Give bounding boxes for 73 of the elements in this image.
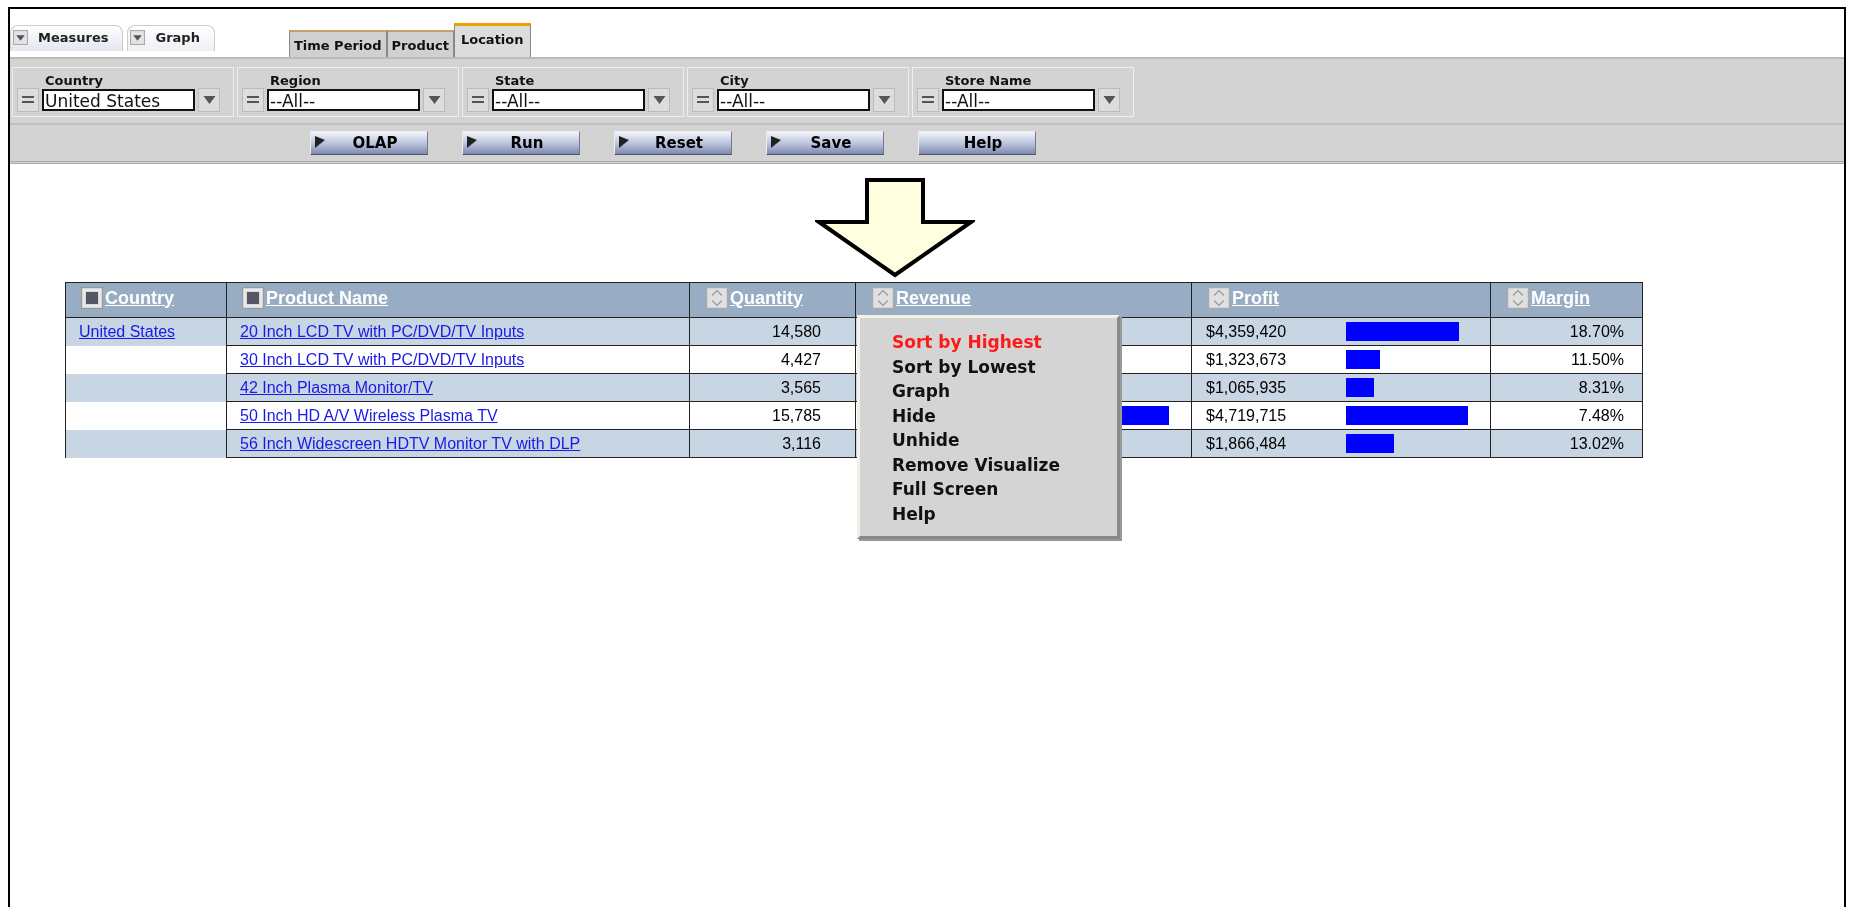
menu-item[interactable]: Remove Visualize	[892, 452, 1117, 477]
margin-value: 13.02%	[1569, 434, 1624, 452]
menu-item[interactable]: Full Screen	[892, 477, 1117, 502]
dimension-tab[interactable]: Location	[453, 23, 531, 57]
menu-item[interactable]: Help	[892, 501, 1117, 526]
tab-label: Graph	[155, 30, 200, 45]
equals-icon	[697, 95, 709, 105]
margin-value: 8.31%	[1578, 378, 1624, 396]
view-tab[interactable]: Measures	[10, 25, 124, 51]
action-button[interactable]: Reset	[614, 131, 732, 155]
profit-bar	[1346, 434, 1395, 453]
quantity-value: 3,116	[782, 434, 821, 452]
action-button[interactable]: OLAP	[310, 131, 428, 155]
tab-label: Measures	[38, 30, 109, 45]
equals-button[interactable]	[692, 88, 714, 112]
caret-icon	[1102, 95, 1116, 105]
caret-icon	[877, 95, 891, 105]
dropdown-icon[interactable]	[13, 30, 28, 45]
equals-icon	[247, 95, 259, 105]
pointer-icon	[314, 136, 326, 148]
view-tab[interactable]: Graph	[127, 25, 215, 51]
collapse-icon[interactable]	[81, 287, 103, 309]
equals-button[interactable]	[17, 88, 39, 112]
dropdown-button[interactable]	[873, 88, 895, 112]
filter-field[interactable]: --All--	[942, 89, 1095, 111]
action-button[interactable]: Run	[462, 131, 580, 155]
pointer-icon	[770, 136, 782, 148]
profit-bar	[1346, 350, 1381, 369]
quantity-value: 14,580	[772, 322, 821, 340]
profit-value: $4,719,715	[1205, 406, 1288, 425]
profit-bar	[1346, 378, 1374, 397]
caret-icon	[202, 95, 216, 105]
filter-field[interactable]: --All--	[267, 89, 420, 111]
profit-value: $1,323,673	[1205, 350, 1288, 369]
dropdown-button[interactable]	[423, 88, 445, 112]
filter-field[interactable]: --All--	[492, 89, 645, 111]
quantity-value: 4,427	[780, 350, 821, 368]
profit-value: $1,866,484	[1205, 434, 1288, 453]
action-button[interactable]: Save	[766, 131, 884, 155]
equals-button[interactable]	[242, 88, 264, 112]
profit-value: $4,359,420	[1205, 322, 1288, 341]
collapse-icon[interactable]	[242, 287, 264, 309]
pointer-icon	[466, 136, 478, 148]
filter-label: City	[720, 74, 750, 88]
down-arrow-icon	[815, 178, 975, 278]
equals-icon	[922, 95, 934, 105]
dropdown-button[interactable]	[1098, 88, 1120, 112]
filter-label: Country	[45, 74, 105, 88]
filter-field[interactable]: --All--	[717, 89, 870, 111]
equals-icon	[472, 95, 484, 105]
caret-icon	[652, 95, 666, 105]
dropdown-button[interactable]	[198, 88, 220, 112]
margin-value: 7.48%	[1578, 406, 1624, 424]
quantity-value: 15,785	[772, 406, 821, 424]
action-button[interactable]: Help	[918, 131, 1036, 155]
equals-icon	[22, 95, 34, 105]
menu-item[interactable]: Sort by Lowest	[892, 354, 1117, 379]
filter-label: Region	[270, 74, 322, 88]
equals-button[interactable]	[917, 88, 939, 112]
dropdown-icon[interactable]	[130, 30, 146, 45]
quantity-value: 3,565	[780, 378, 821, 396]
equals-button[interactable]	[467, 88, 489, 112]
filter-label: Store Name	[945, 74, 1033, 88]
dropdown-button[interactable]	[648, 88, 670, 112]
margin-value: 18.70%	[1569, 322, 1624, 340]
filter-label: State	[495, 74, 536, 88]
pointer-icon	[618, 136, 630, 148]
dimension-tab[interactable]: Time Period	[288, 30, 387, 57]
profit-value: $1,065,935	[1205, 378, 1288, 397]
dimension-tab[interactable]: Product	[386, 30, 454, 57]
filter-field[interactable]: United States	[42, 89, 195, 111]
margin-value: 11.50%	[1570, 350, 1624, 368]
caret-icon	[427, 95, 441, 105]
